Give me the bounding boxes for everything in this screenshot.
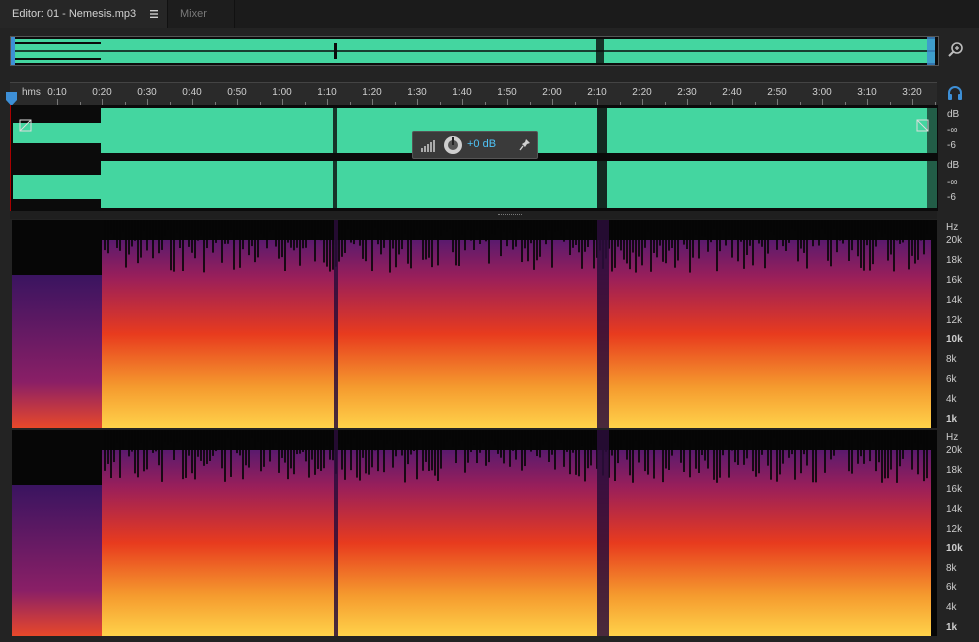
tab-editor-label: Editor: 01 - Nemesis.mp3 <box>12 8 137 20</box>
tab-bar: Editor: 01 - Nemesis.mp3 Mixer <box>0 0 979 28</box>
db-label: -6 <box>947 140 956 151</box>
hz-label: 10k <box>946 334 963 346</box>
db-label: -6 <box>947 192 956 203</box>
hz-label: 18k <box>946 464 963 476</box>
hz-label: 8k <box>946 562 957 574</box>
hz-unit-label: Hz <box>946 222 959 233</box>
volume-value: +0 dB <box>467 138 497 150</box>
db-label: dB <box>947 160 960 171</box>
hz-label: 16k <box>946 274 963 286</box>
hz-label: 4k <box>946 394 957 405</box>
hz-label: 1k <box>946 622 958 633</box>
hz-label: 4k <box>946 602 957 613</box>
hz-label: 20k <box>946 235 963 246</box>
ruler-tick-label: 1:10 <box>317 87 337 98</box>
ruler-tick-label: 0:20 <box>92 87 112 98</box>
ruler-tick-label: 1:00 <box>272 87 292 98</box>
ruler-tick-label: 3:20 <box>902 87 922 98</box>
playhead-handle[interactable] <box>6 92 17 106</box>
ruler-tick-label: 0:10 <box>47 87 67 98</box>
ruler-tick-label: 0:40 <box>182 87 202 98</box>
hz-label: 8k <box>946 354 957 366</box>
knob-icon[interactable] <box>443 135 463 155</box>
ruler-tick-label: 2:30 <box>677 87 697 98</box>
tab-mixer-label: Mixer <box>180 8 207 20</box>
hz-label: 10k <box>946 543 963 555</box>
level-icon <box>421 140 435 152</box>
pin-icon[interactable] <box>519 138 531 152</box>
ruler-tick-label: 3:10 <box>857 87 877 98</box>
hz-scale-channel-2: Hz 20k 18k 16k 14k 12k 10k 8k 6k 4k 1k <box>938 430 979 636</box>
headphones-icon[interactable] <box>946 84 964 102</box>
ruler-tick-label: 0:50 <box>227 87 247 98</box>
ruler-tick-label: 2:20 <box>632 87 652 98</box>
ruler-tick-label: 1:40 <box>452 87 472 98</box>
db-label: dB <box>947 109 960 120</box>
ruler-tick-label: 2:40 <box>722 87 742 98</box>
db-label: -∞ <box>947 177 958 188</box>
hz-label: 1k <box>946 414 958 425</box>
ruler-tick-label: 2:50 <box>767 87 787 98</box>
hz-scale-channel-1: Hz 20k 18k 16k 14k 12k 10k 8k 6k 4k 1k <box>938 220 979 428</box>
hz-label: 14k <box>946 294 963 306</box>
panel-divider[interactable] <box>10 211 937 219</box>
hz-label: 12k <box>946 523 963 535</box>
zoom-in-icon[interactable] <box>946 40 966 60</box>
hz-label: 6k <box>946 374 957 386</box>
ruler-unit-label: hms <box>22 87 41 98</box>
ruler-tick-label: 1:30 <box>407 87 427 98</box>
tab-editor[interactable]: Editor: 01 - Nemesis.mp3 <box>0 0 168 28</box>
overview-waveform[interactable] <box>10 36 939 66</box>
tab-mixer[interactable]: Mixer <box>168 0 235 28</box>
hz-label: 12k <box>946 314 963 326</box>
db-scale: dB -∞ -6 dB -∞ -6 <box>938 105 979 211</box>
hz-label: 20k <box>946 445 963 456</box>
hamburger-icon[interactable] <box>149 8 159 20</box>
volume-hud[interactable]: +0 dB <box>412 131 538 159</box>
hz-label: 14k <box>946 503 963 515</box>
time-ruler[interactable]: hms 0:10 0:20 0:30 0:40 0:50 1:00 1:10 1:20 1:30… <box>10 82 937 105</box>
spectrogram-channel-1[interactable] <box>12 220 937 428</box>
ruler-tick-label: 3:00 <box>812 87 832 98</box>
ruler-tick-label: 2:10 <box>587 87 607 98</box>
hz-label: 18k <box>946 254 963 266</box>
ruler-tick-label: 0:30 <box>137 87 157 98</box>
hz-label: 16k <box>946 484 963 496</box>
ruler-tick-label: 2:00 <box>542 87 562 98</box>
spectrogram-channel-2[interactable] <box>12 430 937 636</box>
hz-label: 6k <box>946 582 957 594</box>
db-label: -∞ <box>947 125 958 136</box>
ruler-tick-label: 1:50 <box>497 87 517 98</box>
hz-unit-label: Hz <box>946 432 959 443</box>
ruler-tick-label: 1:20 <box>362 87 382 98</box>
